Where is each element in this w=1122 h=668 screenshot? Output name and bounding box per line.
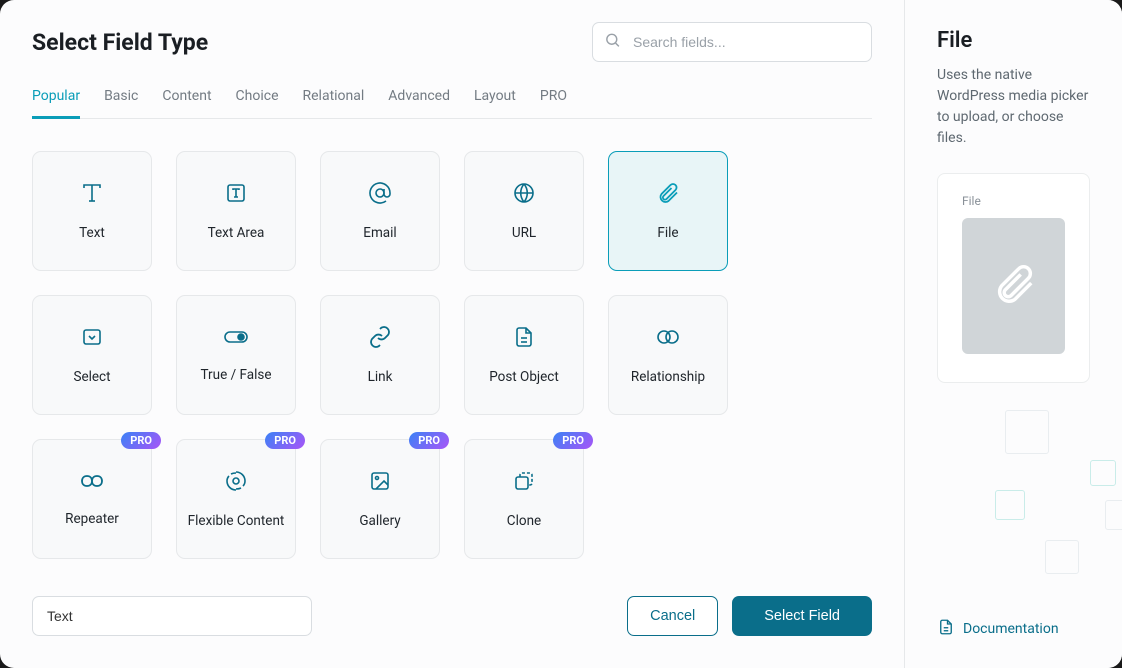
modal-title: Select Field Type [32, 29, 208, 56]
pro-badge: PRO [409, 432, 449, 449]
search-input[interactable] [592, 22, 872, 62]
field-card-label: Text [79, 225, 105, 241]
pro-badge: PRO [265, 432, 305, 449]
modal-header: Select Field Type Popular Basic Content … [0, 0, 904, 119]
link-icon [368, 325, 392, 353]
category-tabs: Popular Basic Content Choice Relational … [32, 88, 872, 119]
field-card-label: True / False [201, 367, 272, 383]
field-card-textarea[interactable]: Text Area [176, 151, 296, 271]
document-icon [937, 618, 955, 640]
tab-choice[interactable]: Choice [236, 88, 279, 118]
documentation-label: Documentation [963, 621, 1059, 637]
pro-badge: PRO [121, 432, 161, 449]
field-card-file[interactable]: File [608, 151, 728, 271]
field-card-label: Clone [507, 513, 541, 529]
field-card-text[interactable]: Text [32, 151, 152, 271]
field-type-grid: Text Text Area Email URL [0, 119, 904, 559]
textarea-icon [224, 181, 248, 209]
url-icon [512, 181, 536, 209]
tab-content[interactable]: Content [162, 88, 211, 118]
tab-relational[interactable]: Relational [303, 88, 365, 118]
tab-pro[interactable]: PRO [540, 88, 567, 118]
select-field-type-modal: Select Field Type Popular Basic Content … [0, 0, 1122, 668]
field-card-label: URL [512, 225, 536, 241]
field-card-url[interactable]: URL [464, 151, 584, 271]
pro-badge: PRO [553, 432, 593, 449]
side-title: File [937, 28, 1090, 53]
relationship-icon [655, 325, 681, 353]
field-card-email[interactable]: Email [320, 151, 440, 271]
field-card-repeater[interactable]: PRO Repeater [32, 439, 152, 559]
field-name-input[interactable] [32, 596, 312, 636]
truefalse-icon [223, 327, 249, 351]
field-card-label: Post Object [489, 369, 559, 385]
field-card-postobject[interactable]: Post Object [464, 295, 584, 415]
select-icon [80, 325, 104, 353]
field-card-label: Relationship [631, 369, 705, 385]
tab-advanced[interactable]: Advanced [388, 88, 450, 118]
file-icon [656, 181, 680, 209]
side-description: Uses the native WordPress media picker t… [937, 65, 1090, 149]
field-preview-card: File [937, 173, 1090, 383]
field-card-gallery[interactable]: PRO Gallery [320, 439, 440, 559]
tab-basic[interactable]: Basic [104, 88, 138, 118]
tab-layout[interactable]: Layout [474, 88, 516, 118]
clone-icon [512, 469, 536, 497]
attachment-icon [991, 261, 1037, 311]
preview-box [962, 218, 1065, 354]
select-field-button[interactable]: Select Field [732, 596, 872, 636]
preview-label: File [962, 194, 1065, 208]
field-card-relationship[interactable]: Relationship [608, 295, 728, 415]
gallery-icon [368, 469, 392, 497]
flexible-icon [224, 469, 248, 497]
search-icon [604, 32, 621, 53]
text-icon [80, 181, 104, 209]
field-card-label: Gallery [359, 513, 400, 529]
field-card-truefalse[interactable]: True / False [176, 295, 296, 415]
documentation-link[interactable]: Documentation [937, 618, 1090, 640]
field-card-label: Email [363, 225, 396, 241]
email-icon [368, 181, 392, 209]
postobject-icon [512, 325, 536, 353]
repeater-icon [79, 471, 105, 495]
field-card-label: Text Area [208, 225, 265, 241]
field-card-label: Repeater [65, 511, 119, 527]
field-card-select[interactable]: Select [32, 295, 152, 415]
field-card-label: Flexible Content [188, 513, 285, 529]
search-field [592, 22, 872, 62]
field-card-label: File [657, 225, 678, 241]
field-card-label: Select [73, 369, 110, 385]
field-card-link[interactable]: Link [320, 295, 440, 415]
tab-popular[interactable]: Popular [32, 88, 80, 118]
field-card-clone[interactable]: PRO Clone [464, 439, 584, 559]
cancel-button[interactable]: Cancel [627, 596, 718, 636]
side-panel: File Uses the native WordPress media pic… [905, 0, 1122, 668]
main-panel: Select Field Type Popular Basic Content … [0, 0, 905, 668]
field-card-label: Link [368, 369, 393, 385]
modal-footer: Cancel Select Field [0, 572, 904, 668]
field-card-flexible[interactable]: PRO Flexible Content [176, 439, 296, 559]
